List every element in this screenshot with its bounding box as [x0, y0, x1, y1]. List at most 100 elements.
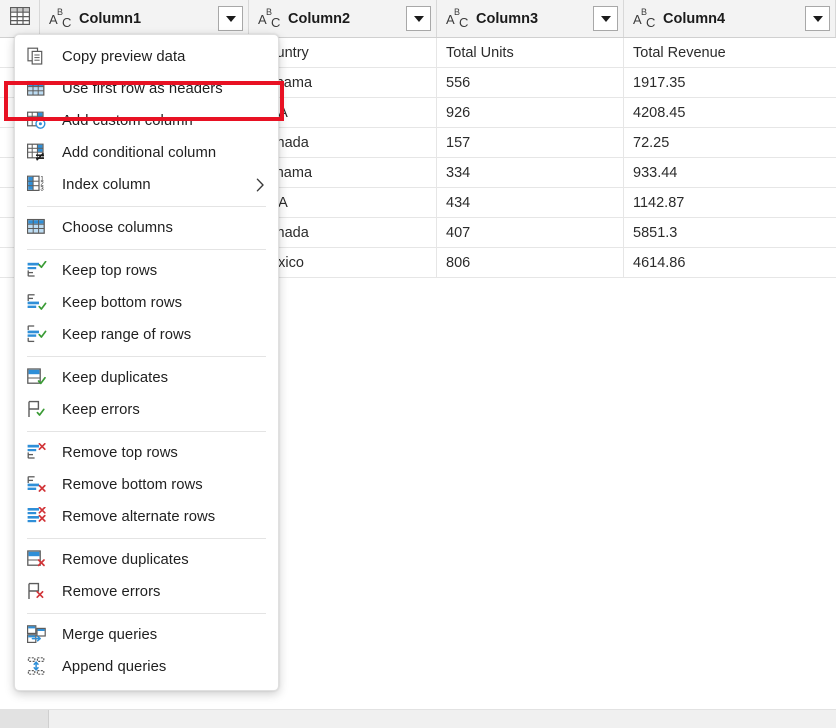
keep-errors-icon [27, 400, 49, 420]
keep-duplicates-icon [27, 368, 49, 388]
column-header-3[interactable]: ABC Column3 [437, 0, 624, 37]
menu-item-label: Merge queries [62, 627, 157, 643]
column-filter-button-2[interactable] [406, 6, 431, 31]
table-cell-c3[interactable]: 407 [437, 218, 624, 247]
table-cell-c4[interactable]: 5851.3 [624, 218, 836, 247]
append-queries-icon [27, 657, 49, 677]
menu-item-keep-range-of-rows[interactable]: Keep range of rows [15, 319, 278, 351]
menu-item-merge-queries[interactable]: Merge queries [15, 619, 278, 651]
menu-item-label: Remove alternate rows [62, 509, 215, 525]
menu-item-use-first-row-as-headers[interactable]: Use first row as headers [15, 73, 278, 105]
remove-errors-icon [27, 582, 49, 602]
table-cell-c4[interactable]: 72.25 [624, 128, 836, 157]
keep-range-of-rows-icon [27, 325, 49, 345]
add-conditional-column-icon [27, 143, 49, 163]
select-all-table-icon [10, 7, 30, 30]
chevron-down-icon [601, 16, 611, 22]
abc-text-type-icon: ABC [446, 9, 470, 29]
menu-item-keep-duplicates[interactable]: Keep duplicates [15, 362, 278, 394]
menu-item-remove-top-rows[interactable]: Remove top rows [15, 437, 278, 469]
column-header-label: Column2 [288, 11, 406, 27]
column-header-label: Column3 [476, 11, 593, 27]
menu-item-remove-duplicates[interactable]: Remove duplicates [15, 544, 278, 576]
menu-item-keep-bottom-rows[interactable]: Keep bottom rows [15, 287, 278, 319]
keep-top-rows-icon [27, 261, 49, 281]
chevron-right-icon [256, 178, 265, 192]
abc-text-type-icon: ABC [633, 9, 657, 29]
menu-item-label: Append queries [62, 659, 166, 675]
use-first-row-headers-icon [27, 79, 49, 99]
table-cell-c3[interactable]: 334 [437, 158, 624, 187]
abc-text-type-icon: ABC [258, 9, 282, 29]
copy-icon [27, 47, 49, 67]
menu-item-label: Remove top rows [62, 445, 178, 461]
menu-item-keep-errors[interactable]: Keep errors [15, 394, 278, 426]
menu-item-label: Keep range of rows [62, 327, 191, 343]
add-custom-column-icon [27, 111, 49, 131]
menu-item-index-column[interactable]: 123Index column [15, 169, 278, 201]
menu-item-add-custom-column[interactable]: Add custom column [15, 105, 278, 137]
power-query-editor-screen: ABC Column1 ABC Column2 AB [0, 0, 836, 728]
keep-bottom-rows-icon [27, 293, 49, 313]
status-strip [0, 709, 836, 728]
column-header-label: Column4 [663, 11, 805, 27]
table-cell-c4[interactable]: 1917.35 [624, 68, 836, 97]
column-header-label: Column1 [79, 11, 218, 27]
table-cell-c3[interactable]: 926 [437, 98, 624, 127]
choose-columns-icon [27, 218, 49, 238]
column-filter-button-4[interactable] [805, 6, 830, 31]
column-header-1[interactable]: ABC Column1 [40, 0, 249, 37]
index-column-icon: 123 [27, 175, 49, 195]
menu-separator [27, 356, 266, 357]
menu-separator [27, 206, 266, 207]
table-cell-c4[interactable]: 1142.87 [624, 188, 836, 217]
menu-item-remove-bottom-rows[interactable]: Remove bottom rows [15, 469, 278, 501]
table-cell-c4[interactable]: 4208.45 [624, 98, 836, 127]
table-cell-c4[interactable]: 4614.86 [624, 248, 836, 277]
menu-separator [27, 249, 266, 250]
grid-header-row: ABC Column1 ABC Column2 AB [0, 0, 836, 38]
menu-item-label: Add conditional column [62, 145, 216, 161]
column-header-4[interactable]: ABC Column4 [624, 0, 836, 37]
table-cell-c3[interactable]: 556 [437, 68, 624, 97]
remove-duplicates-icon [27, 550, 49, 570]
table-cell-c3[interactable]: 157 [437, 128, 624, 157]
table-cell-c4[interactable]: Total Revenue [624, 38, 836, 67]
menu-item-choose-columns[interactable]: Choose columns [15, 212, 278, 244]
status-strip-tab[interactable] [0, 710, 49, 728]
remove-alternate-rows-icon [27, 507, 49, 527]
menu-separator [27, 431, 266, 432]
select-all-corner-button[interactable] [0, 0, 40, 37]
svg-text:3: 3 [40, 187, 44, 193]
menu-item-remove-alternate-rows[interactable]: Remove alternate rows [15, 501, 278, 533]
menu-item-label: Choose columns [62, 220, 173, 236]
column-header-2[interactable]: ABC Column2 [249, 0, 437, 37]
menu-item-label: Remove bottom rows [62, 477, 203, 493]
menu-item-remove-errors[interactable]: Remove errors [15, 576, 278, 608]
table-cell-c4[interactable]: 933.44 [624, 158, 836, 187]
table-cell-c3[interactable]: Total Units [437, 38, 624, 67]
menu-item-label: Keep errors [62, 402, 140, 418]
menu-item-copy-preview-data[interactable]: Copy preview data [15, 41, 278, 73]
menu-separator [27, 613, 266, 614]
column-context-menu[interactable]: Copy preview data Use first row as header… [14, 34, 279, 691]
chevron-down-icon [226, 16, 236, 22]
table-cell-c3[interactable]: 434 [437, 188, 624, 217]
chevron-down-icon [813, 16, 823, 22]
menu-item-append-queries[interactable]: Append queries [15, 651, 278, 683]
merge-queries-icon [27, 625, 49, 645]
menu-item-label: Keep top rows [62, 263, 157, 279]
menu-item-label: Remove errors [62, 584, 161, 600]
table-cell-c3[interactable]: 806 [437, 248, 624, 277]
abc-text-type-icon: ABC [49, 9, 73, 29]
menu-item-label: Copy preview data [62, 49, 185, 65]
remove-top-rows-icon [27, 443, 49, 463]
menu-item-label: Remove duplicates [62, 552, 189, 568]
column-filter-button-1[interactable] [218, 6, 243, 31]
menu-item-keep-top-rows[interactable]: Keep top rows [15, 255, 278, 287]
menu-separator [27, 538, 266, 539]
menu-item-add-conditional-column[interactable]: Add conditional column [15, 137, 278, 169]
menu-item-label: Keep bottom rows [62, 295, 182, 311]
column-filter-button-3[interactable] [593, 6, 618, 31]
menu-item-label: Use first row as headers [62, 81, 223, 97]
